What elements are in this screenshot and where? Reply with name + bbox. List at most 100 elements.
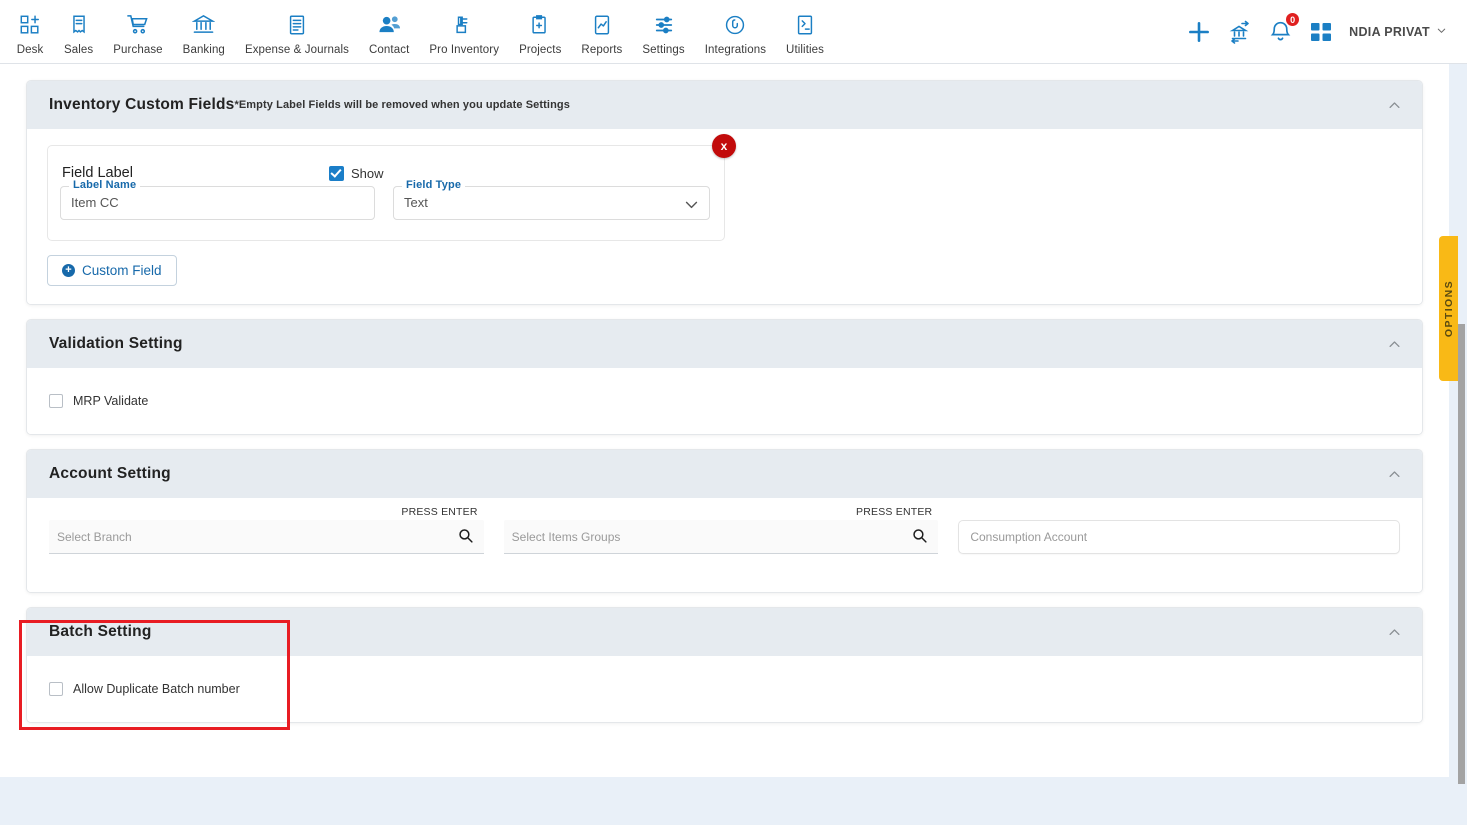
card-title: Inventory Custom Fields bbox=[49, 96, 235, 113]
notifications-button[interactable]: 0 bbox=[1268, 12, 1301, 44]
chevron-down-icon[interactable] bbox=[683, 196, 700, 213]
nav-item-list: Desk Sales Purchase Banking Expense & Jo… bbox=[0, 8, 834, 56]
expense-journal-icon bbox=[286, 12, 308, 38]
chevron-up-icon[interactable] bbox=[1381, 619, 1408, 646]
consumption-account-input[interactable]: Consumption Account bbox=[958, 520, 1400, 554]
chevron-up-icon[interactable] bbox=[1381, 461, 1408, 488]
company-selector[interactable]: NDIA PRIVAT bbox=[1349, 25, 1447, 39]
notification-badge: 0 bbox=[1285, 12, 1301, 27]
mrp-validate-label: MRP Validate bbox=[73, 394, 149, 408]
card-header-inventory-custom-fields[interactable]: Inventory Custom Fields *Empty Label Fie… bbox=[27, 81, 1422, 129]
remove-custom-field-button[interactable]: x bbox=[712, 134, 736, 158]
settings-content: Inventory Custom Fields *Empty Label Fie… bbox=[0, 64, 1449, 777]
nav-item-pro-inventory[interactable]: Pro Inventory bbox=[419, 8, 509, 56]
allow-duplicate-batch-label: Allow Duplicate Batch number bbox=[73, 682, 240, 696]
nav-item-settings[interactable]: Settings bbox=[632, 8, 694, 56]
allow-duplicate-batch-checkbox[interactable] bbox=[49, 682, 63, 696]
options-side-tab[interactable]: OPTIONS bbox=[1439, 236, 1458, 381]
desk-grid-plus-icon bbox=[19, 12, 41, 38]
select-items-groups-search[interactable]: Select Items Groups PRESS ENTER bbox=[503, 506, 939, 554]
plus-circle-icon: + bbox=[62, 264, 75, 277]
label-name-field[interactable]: Label Name Item CC bbox=[60, 179, 376, 220]
bank-transfer-button[interactable] bbox=[1228, 20, 1252, 44]
card-account-setting: Account Setting Select Branch PRESS ENTE… bbox=[26, 449, 1423, 593]
nav-item-integrations[interactable]: Integrations bbox=[695, 8, 776, 56]
add-custom-field-label: Custom Field bbox=[82, 263, 162, 278]
show-checkbox-label: Show bbox=[350, 165, 384, 181]
nav-item-projects[interactable]: Projects bbox=[509, 8, 571, 56]
search-icon[interactable] bbox=[457, 527, 474, 544]
projects-clipboard-icon bbox=[529, 12, 551, 38]
card-header-batch-setting[interactable]: Batch Setting bbox=[27, 608, 1422, 656]
show-checkbox-row[interactable]: Show bbox=[328, 165, 384, 181]
show-checkbox[interactable] bbox=[328, 165, 344, 181]
field-type-value[interactable]: Text bbox=[404, 195, 428, 210]
field-type-select[interactable]: Field Type Text bbox=[393, 179, 710, 220]
nav-item-label: Sales bbox=[64, 43, 94, 56]
nav-item-utilities[interactable]: Utilities bbox=[776, 8, 834, 56]
nav-item-banking[interactable]: Banking bbox=[173, 8, 235, 56]
nav-item-label: Integrations bbox=[704, 43, 767, 56]
card-inventory-custom-fields: Inventory Custom Fields *Empty Label Fie… bbox=[26, 80, 1423, 305]
card-body-batch-setting: Allow Duplicate Batch number bbox=[27, 656, 1422, 722]
nav-item-sales[interactable]: Sales bbox=[54, 8, 103, 56]
apps-grid-button[interactable] bbox=[1309, 20, 1333, 44]
vertical-scrollbar[interactable] bbox=[1457, 64, 1465, 825]
card-batch-setting: Batch Setting Allow Duplicate Batch numb… bbox=[26, 607, 1423, 723]
consumption-account-placeholder: Consumption Account bbox=[970, 530, 1088, 544]
nav-item-reports[interactable]: Reports bbox=[571, 8, 632, 56]
custom-field-top-row: Field Label Show bbox=[60, 162, 710, 184]
add-custom-field-button[interactable]: + Custom Field bbox=[47, 255, 177, 286]
field-outline bbox=[393, 186, 710, 220]
nav-item-label: Expense & Journals bbox=[244, 43, 350, 56]
nav-item-expense-journals[interactable]: Expense & Journals bbox=[235, 8, 359, 56]
card-title: Validation Setting bbox=[49, 335, 183, 352]
purchase-cart-icon bbox=[126, 12, 149, 38]
label-name-input[interactable]: Item CC bbox=[71, 195, 119, 210]
field-type-label: Field Type bbox=[402, 179, 466, 191]
nav-item-desk[interactable]: Desk bbox=[6, 8, 54, 56]
settings-sliders-icon bbox=[653, 12, 675, 38]
custom-field-inputs: Label Name Item CC Field Type Text bbox=[60, 179, 710, 220]
select-branch-placeholder: Select Branch bbox=[57, 530, 132, 544]
custom-field-row: x Field Label Show Label Name Item CC Fi… bbox=[47, 134, 736, 241]
page-scroll-region: Inventory Custom Fields *Empty Label Fie… bbox=[0, 64, 1467, 825]
card-header-account-setting[interactable]: Account Setting bbox=[27, 450, 1422, 498]
nav-item-label: Contact bbox=[369, 43, 410, 56]
nav-item-label: Pro Inventory bbox=[429, 43, 500, 56]
integrations-plug-icon bbox=[724, 12, 746, 38]
options-tab-label: OPTIONS bbox=[1442, 279, 1455, 338]
scrollbar-thumb[interactable] bbox=[1458, 324, 1465, 784]
search-icon[interactable] bbox=[911, 527, 928, 544]
reports-chart-icon bbox=[591, 12, 613, 38]
select-items-groups-hint: PRESS ENTER bbox=[856, 506, 933, 518]
mrp-validate-checkbox[interactable] bbox=[49, 394, 63, 408]
mrp-validate-row[interactable]: MRP Validate bbox=[27, 368, 1422, 434]
sales-receipt-icon bbox=[68, 12, 90, 38]
card-validation-setting: Validation Setting MRP Validate bbox=[26, 319, 1423, 435]
select-branch-search[interactable]: Select Branch PRESS ENTER bbox=[49, 506, 484, 554]
nav-item-label: Projects bbox=[519, 43, 562, 56]
company-name: NDIA PRIVAT bbox=[1349, 24, 1430, 39]
card-header-validation-setting[interactable]: Validation Setting bbox=[27, 320, 1422, 368]
card-body-validation-setting: MRP Validate bbox=[27, 368, 1422, 434]
card-title: Batch Setting bbox=[49, 623, 152, 640]
top-navigation-bar: Desk Sales Purchase Banking Expense & Jo… bbox=[0, 0, 1467, 64]
card-title: Account Setting bbox=[49, 465, 171, 482]
chevron-up-icon[interactable] bbox=[1381, 331, 1408, 358]
nav-item-label: Settings bbox=[642, 43, 685, 56]
nav-item-label: Desk bbox=[16, 43, 44, 56]
allow-duplicate-batch-row[interactable]: Allow Duplicate Batch number bbox=[27, 656, 1422, 722]
card-note: *Empty Label Fields will be removed when… bbox=[234, 99, 570, 111]
nav-item-label: Banking bbox=[182, 43, 225, 56]
nav-item-purchase[interactable]: Purchase bbox=[103, 8, 172, 56]
select-branch-hint: PRESS ENTER bbox=[401, 506, 478, 518]
top-nav-actions: 0 NDIA PRIVAT bbox=[1186, 12, 1467, 45]
nav-item-label: Purchase bbox=[113, 43, 163, 56]
add-button[interactable] bbox=[1186, 19, 1212, 45]
utilities-tools-icon bbox=[794, 12, 816, 38]
label-name-label: Label Name bbox=[69, 179, 141, 191]
nav-item-contact[interactable]: Contact bbox=[359, 8, 419, 56]
nav-item-label: Utilities bbox=[786, 43, 825, 56]
chevron-up-icon[interactable] bbox=[1381, 92, 1408, 119]
